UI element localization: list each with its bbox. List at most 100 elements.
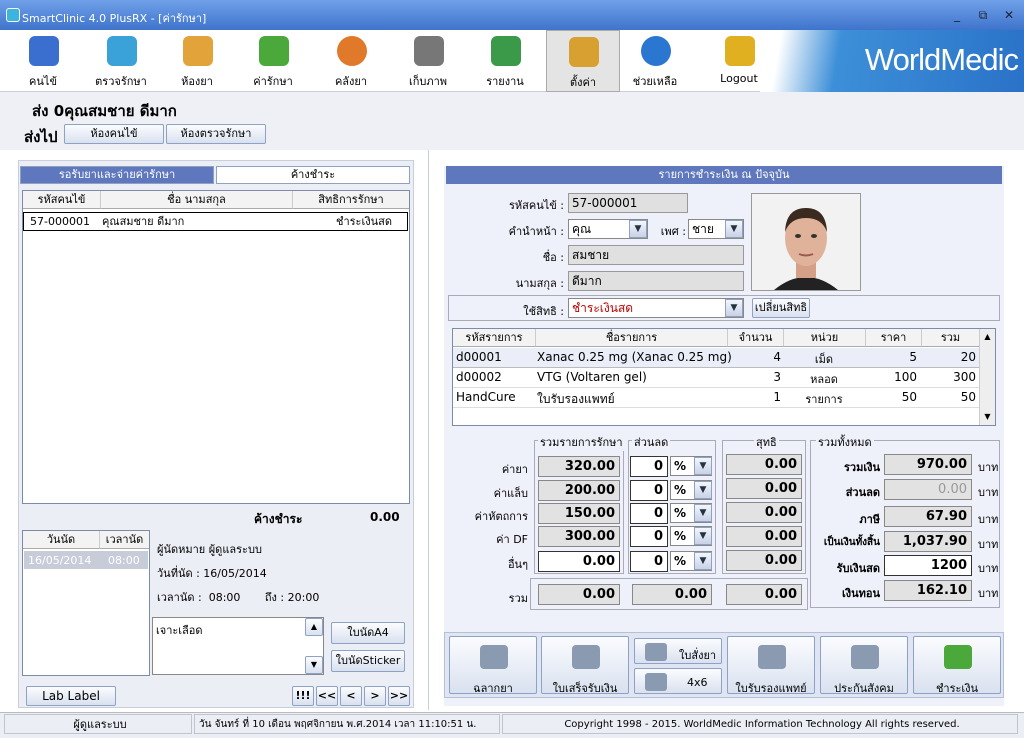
- printer-icon: [480, 645, 508, 669]
- splitter[interactable]: [428, 150, 429, 710]
- send-patient-room-button[interactable]: ห้องคนไข้: [64, 124, 164, 144]
- column-header[interactable]: จำนวน: [727, 329, 783, 347]
- note-scroll-down[interactable]: ▼: [305, 656, 323, 674]
- column-header[interactable]: ชื่อ นามสกุล: [100, 191, 292, 209]
- chevron-down-icon[interactable]: ▼: [694, 481, 712, 499]
- button-label: ฉลากยา: [473, 682, 513, 695]
- prescription-button[interactable]: ใบสั่งยา: [634, 638, 722, 664]
- printer-icon: [645, 673, 667, 691]
- nav-prev-button[interactable]: <: [340, 686, 362, 706]
- doctor-icon: [107, 36, 137, 66]
- toolbar-pharmacy[interactable]: ห้องยา: [164, 30, 230, 92]
- column-header[interactable]: ชื่อรายการ: [535, 329, 727, 347]
- item-price: 100: [894, 370, 917, 384]
- label-4x6-button[interactable]: 4x6: [634, 668, 722, 694]
- toolbar-stock[interactable]: คลังยา: [318, 30, 384, 92]
- total-amount-value: 970.00: [884, 454, 972, 475]
- item-qty: 1: [773, 390, 781, 404]
- change-value: 162.10: [884, 580, 972, 601]
- patient-photo: [751, 193, 861, 291]
- column-header[interactable]: ราคา: [865, 329, 921, 347]
- social-security-button[interactable]: ประกันสังคม: [820, 636, 908, 695]
- nav-last-button[interactable]: >>: [388, 686, 410, 706]
- prefix-label: คำนำหน้า :: [508, 225, 564, 238]
- chevron-down-icon[interactable]: ▼: [694, 552, 712, 570]
- cost-df-value[interactable]: 300.00: [538, 526, 620, 547]
- right-select[interactable]: ชำระเงินสด: [568, 298, 744, 318]
- pharmacy-icon: [183, 36, 213, 66]
- button-label: ประกันสังคม: [834, 682, 894, 695]
- net-other-value: 0.00: [726, 550, 802, 571]
- lab-label-button[interactable]: Lab Label: [26, 686, 116, 706]
- column-header[interactable]: สิทธิการรักษา: [292, 191, 409, 209]
- toolbar-label: คนไข้: [29, 75, 57, 88]
- cash-received-input[interactable]: 1200: [884, 555, 972, 576]
- column-header: วันนัด: [23, 531, 99, 549]
- change-right-button[interactable]: เปลี่ยนสิทธิ: [752, 298, 810, 318]
- chevron-down-icon[interactable]: ▼: [694, 527, 712, 545]
- close-button[interactable]: ✕: [998, 6, 1020, 24]
- discount-lab-input[interactable]: 0: [630, 480, 668, 501]
- appointment-sticker-button[interactable]: ใบนัดSticker: [331, 650, 405, 672]
- discount-drug-input[interactable]: 0: [630, 456, 668, 477]
- patient-id-field[interactable]: 57-000001: [568, 193, 688, 213]
- toolbar-settings[interactable]: ตั้งค่า: [546, 30, 620, 92]
- queue-table[interactable]: [22, 190, 410, 504]
- toolbar-patient[interactable]: คนไข้: [10, 30, 76, 92]
- cost-lab-value[interactable]: 200.00: [538, 480, 620, 501]
- surname-field[interactable]: ดีมาก: [568, 271, 744, 291]
- medical-certificate-button[interactable]: ใบรับรองแพทย์: [727, 636, 815, 695]
- send-exam-room-button[interactable]: ห้องตรวจรักษา: [166, 124, 266, 144]
- chevron-down-icon[interactable]: ▼: [694, 457, 712, 475]
- item-name: ใบรับรองแพทย์: [537, 392, 615, 406]
- printer-icon: [572, 645, 600, 669]
- column-header[interactable]: หน่วย: [783, 329, 865, 347]
- minimize-button[interactable]: _: [946, 6, 968, 24]
- toolbar-logout[interactable]: Logout: [706, 30, 772, 92]
- discount-other-input[interactable]: 0: [630, 551, 668, 572]
- chevron-down-icon[interactable]: ▼: [725, 299, 743, 317]
- discount-df-input[interactable]: 0: [630, 526, 668, 547]
- column-header[interactable]: รวม: [921, 329, 979, 347]
- first-name-field[interactable]: สมชาย: [568, 245, 744, 265]
- button-label: ใบเสร็จรับเงิน: [552, 682, 618, 695]
- cost-label-df: ค่า DF: [496, 533, 528, 546]
- pay-button[interactable]: ชำระเงิน: [913, 636, 1001, 695]
- chevron-down-icon[interactable]: ▼: [629, 220, 647, 238]
- discount-total-label: ส่วนลด: [845, 486, 880, 499]
- cost-drug-value[interactable]: 320.00: [538, 456, 620, 477]
- maximize-button[interactable]: ⧉: [972, 6, 994, 24]
- currency-unit: บาท: [978, 587, 999, 600]
- toolbar-examine[interactable]: ตรวจรักษา: [88, 30, 154, 92]
- toolbar-label: ห้องยา: [181, 75, 213, 88]
- discount-group-title: ส่วนลด: [632, 433, 671, 451]
- chevron-down-icon[interactable]: ▼: [694, 504, 712, 522]
- nav-next-button[interactable]: >: [364, 686, 386, 706]
- toolbar-label: รายงาน: [486, 75, 524, 88]
- button-label: ใบสั่งยา: [679, 649, 717, 662]
- cost-other-input[interactable]: 0.00: [538, 551, 620, 572]
- nav-first-button[interactable]: <<: [316, 686, 338, 706]
- toolbar-images[interactable]: เก็บภาพ: [395, 30, 461, 92]
- items-scrollbar[interactable]: ▲ ▼: [979, 329, 995, 425]
- toolbar-help[interactable]: ช่วยเหลือ: [622, 30, 688, 92]
- column-header[interactable]: รหัสรายการ: [453, 329, 535, 347]
- nav-refresh-button[interactable]: !!!: [292, 686, 314, 706]
- note-scroll-up[interactable]: ▲: [305, 618, 323, 636]
- toolbar-billing[interactable]: ค่ารักษา: [240, 30, 306, 92]
- money-icon: [944, 645, 972, 669]
- discount-procedure-input[interactable]: 0: [630, 503, 668, 524]
- tab-outstanding[interactable]: ค้างชำระ: [216, 166, 410, 184]
- appointment-note[interactable]: เจาะเลือด: [152, 617, 324, 675]
- column-header[interactable]: รหัสคนไข้: [23, 191, 100, 209]
- grand-total-label: เป็นเงินทั้งสิ้น: [823, 537, 880, 548]
- chevron-down-icon[interactable]: ▼: [725, 220, 743, 238]
- cost-procedure-value[interactable]: 150.00: [538, 503, 620, 524]
- tab-waiting[interactable]: รอรับยาและจ่ายค่ารักษา: [20, 166, 214, 184]
- appointment-a4-button[interactable]: ใบนัดA4: [331, 622, 405, 644]
- status-copyright: Copyright 1998 - 2015. WorldMedic Inform…: [502, 714, 1018, 734]
- receipt-button[interactable]: ใบเสร็จรับเงิน: [541, 636, 629, 695]
- drug-label-button[interactable]: ฉลากยา: [449, 636, 537, 695]
- toolbar-reports[interactable]: รายงาน: [472, 30, 538, 92]
- payment-title: รายการชำระเงิน ณ ปัจจุบัน: [446, 166, 1002, 184]
